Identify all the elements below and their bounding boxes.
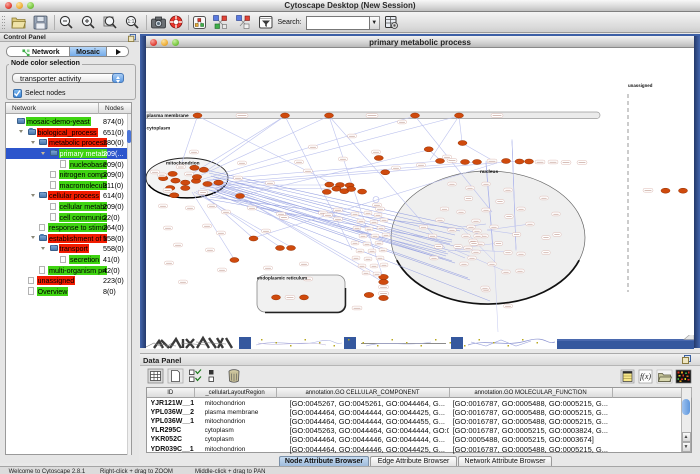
- svg-text:cytoplasm: cytoplasm: [147, 126, 171, 132]
- svg-text:plasma membrane: plasma membrane: [147, 113, 189, 119]
- svg-text:unassigned: unassigned: [628, 83, 653, 88]
- svg-text:mitochondrion: mitochondrion: [166, 161, 200, 167]
- svg-text:f(x): f(x): [640, 372, 651, 381]
- svg-text:1:1: 1:1: [128, 19, 135, 25]
- svg-text:endoplasmic reticulum: endoplasmic reticulum: [257, 276, 307, 281]
- svg-text:nucleus: nucleus: [480, 169, 498, 175]
